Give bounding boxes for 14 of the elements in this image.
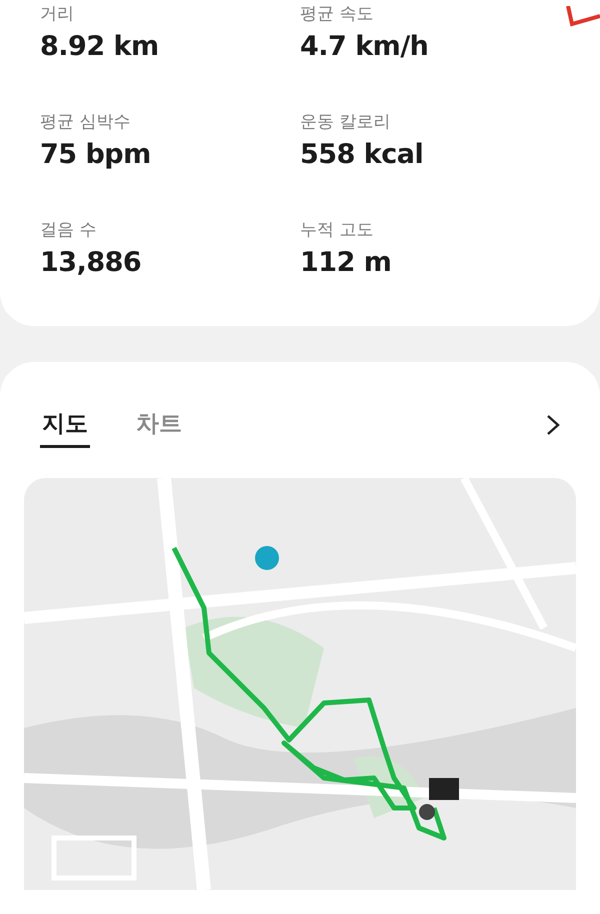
stat-label: 거리: [40, 3, 75, 25]
stat-label: 걸음 수: [40, 219, 98, 241]
stat-label: 운동 칼로리: [300, 111, 392, 133]
stat-value: 4.7 km/h: [300, 31, 430, 62]
stat-label: 누적 고도: [300, 219, 374, 241]
chevron-right-icon[interactable]: [546, 414, 560, 436]
stat-value: 75 bpm: [40, 139, 152, 170]
stat-value: 558 kcal: [300, 139, 424, 170]
stat-value: 112 m: [300, 247, 392, 278]
stat-value: 8.92 km: [40, 31, 160, 62]
stat-label: 평균 심박수: [40, 111, 132, 133]
stat-label: 평균 속도: [300, 3, 374, 25]
tab[interactable]: 지도: [40, 402, 90, 448]
stat-value: 13,886: [40, 247, 142, 278]
